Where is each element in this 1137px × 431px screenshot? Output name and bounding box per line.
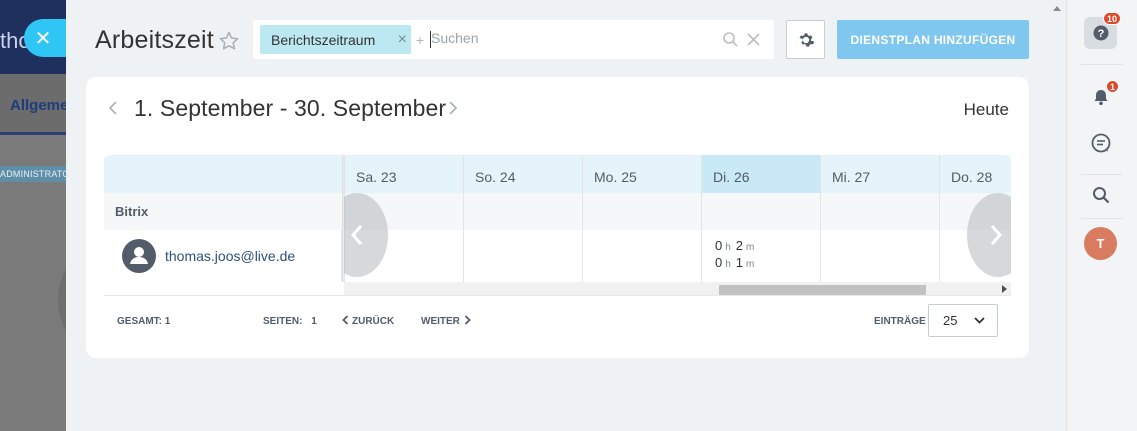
pages-indicator: SEITEN: 1	[263, 316, 317, 327]
period-title: 1. September - 30. September	[134, 95, 447, 121]
chevron-right-icon	[990, 225, 1003, 245]
department-row: Bitrix	[104, 193, 342, 230]
filter-tag-label: Berichtszeitraum	[271, 31, 376, 48]
background-page: tho Allgeme ADMINISTRATO	[0, 0, 66, 431]
add-filter-icon[interactable]: +	[416, 32, 424, 48]
pages-value: 1	[311, 316, 317, 327]
time-entry[interactable]: 0h1m	[715, 255, 759, 270]
background-decoration	[58, 255, 66, 345]
employee-name-link[interactable]: thomas.joos@live.de	[165, 248, 295, 264]
gear-icon	[799, 32, 814, 47]
search-button[interactable]	[1084, 178, 1118, 212]
close-slider-button[interactable]: ✕	[24, 19, 68, 57]
entry-minutes-unit: m	[746, 242, 755, 253]
rail-divider	[1081, 64, 1123, 65]
page-scroll-up-arrow[interactable]	[1053, 6, 1061, 11]
day-cell[interactable]	[583, 230, 701, 282]
svg-text:?: ?	[1097, 28, 1104, 40]
filter-search-box: Berichtszeitraum × +	[253, 20, 774, 59]
scrollbar-right-arrow[interactable]	[1002, 285, 1007, 293]
next-page-label: WEITER	[421, 316, 460, 327]
timesheet-grid: Bitrix thomas.joos@live.de Sa. 23 So. 24…	[104, 155, 1011, 296]
previous-page-label: ZURÜCK	[352, 316, 395, 327]
day-cell[interactable]	[821, 230, 939, 282]
background-admin-label: ADMINISTRATO	[0, 169, 66, 179]
day-cell[interactable]: 0h2m 0h1m	[702, 230, 820, 282]
clear-search-icon[interactable]	[745, 31, 762, 48]
day-column-today: Di. 26 0h2m 0h1m	[701, 155, 820, 282]
background-tab-underline	[0, 132, 66, 135]
employee-column-header	[104, 155, 342, 193]
pages-label: SEITEN:	[263, 316, 303, 327]
previous-page-button[interactable]: ZURÜCK	[342, 315, 394, 327]
day-header: So. 24	[464, 155, 582, 193]
horizontal-scrollbar[interactable]	[344, 282, 1011, 296]
chat-button[interactable]	[1084, 126, 1118, 160]
entry-hours-unit: h	[725, 259, 731, 270]
timesheet-card: 1. September - 30. September Heute Bitri…	[86, 77, 1029, 358]
user-avatar-button[interactable]: T	[1084, 227, 1117, 260]
timesheet-slider: Arbeitszeit Berichtszeitraum × + DIENSTP…	[66, 0, 1066, 431]
entry-hours-unit: h	[725, 242, 731, 253]
day-header: Sa. 23	[345, 155, 463, 193]
chat-icon	[1091, 133, 1111, 153]
chevron-right-icon	[464, 315, 471, 325]
day-column: So. 24	[463, 155, 582, 282]
entry-minutes: 2	[735, 238, 744, 253]
day-cell[interactable]	[464, 230, 582, 282]
rail-divider	[1081, 218, 1123, 219]
star-icon[interactable]	[217, 29, 241, 53]
notifications-badge: 1	[1106, 80, 1120, 93]
day-group-cell	[702, 193, 820, 230]
chevron-left-icon	[342, 315, 349, 325]
day-header: Do. 28	[940, 155, 1011, 193]
day-header: Mo. 25	[583, 155, 701, 193]
day-column: Mi. 27	[820, 155, 939, 282]
total-count: GESAMT: 1	[117, 316, 171, 327]
today-button[interactable]: Heute	[964, 100, 1009, 120]
entry-minutes-unit: m	[746, 259, 755, 270]
days-scroll-area: Sa. 23 So. 24 Mo. 25 Di. 26 0 h 2 m 0 h …	[344, 155, 1011, 296]
right-sidebar: ? 10 1 T	[1066, 0, 1137, 431]
remove-tag-icon[interactable]: ×	[398, 31, 407, 49]
page-title: Arbeitszeit	[95, 26, 214, 54]
avatar	[122, 239, 156, 273]
day-group-cell	[583, 193, 701, 230]
entry-hours: 0	[715, 255, 723, 270]
chevron-left-icon	[108, 101, 117, 115]
entry-minutes: 1	[735, 255, 744, 270]
chevron-right-icon	[449, 101, 458, 115]
employee-column: Bitrix thomas.joos@live.de	[104, 155, 342, 296]
next-page-button[interactable]: WEITER	[421, 315, 471, 327]
rail-divider	[1081, 174, 1123, 175]
close-icon: ✕	[34, 27, 52, 50]
footer-divider	[104, 295, 1011, 296]
time-entry[interactable]: 0h2m	[715, 238, 759, 253]
employee-row: thomas.joos@live.de	[104, 230, 342, 282]
day-group-cell	[464, 193, 582, 230]
day-header: Mi. 27	[821, 155, 939, 193]
entry-hours: 0	[715, 238, 723, 253]
question-icon: ?	[1093, 25, 1108, 41]
help-badge: 10	[1103, 12, 1122, 25]
day-column: Mo. 25	[582, 155, 701, 282]
next-period-button[interactable]	[448, 99, 462, 119]
background-tab-label: Allgeme	[10, 97, 66, 114]
scrollbar-thumb[interactable]	[719, 285, 926, 295]
day-header: Di. 26	[702, 155, 820, 193]
search-icon	[1093, 187, 1110, 204]
add-schedule-button[interactable]: DIENSTPLAN HINZUFÜGEN	[837, 20, 1029, 59]
entries-label: EINTRÄGE	[874, 316, 926, 327]
previous-period-button[interactable]	[108, 99, 122, 119]
day-group-cell	[821, 193, 939, 230]
entries-per-page-select[interactable]: 25	[928, 304, 998, 337]
chevron-left-icon	[350, 225, 363, 245]
search-input[interactable]	[431, 30, 681, 46]
chevron-down-icon	[974, 317, 985, 324]
user-icon	[130, 247, 148, 264]
entries-value: 25	[943, 313, 958, 328]
settings-button[interactable]	[786, 20, 825, 59]
search-icon[interactable]	[722, 31, 739, 48]
filter-tag[interactable]: Berichtszeitraum ×	[260, 25, 411, 54]
